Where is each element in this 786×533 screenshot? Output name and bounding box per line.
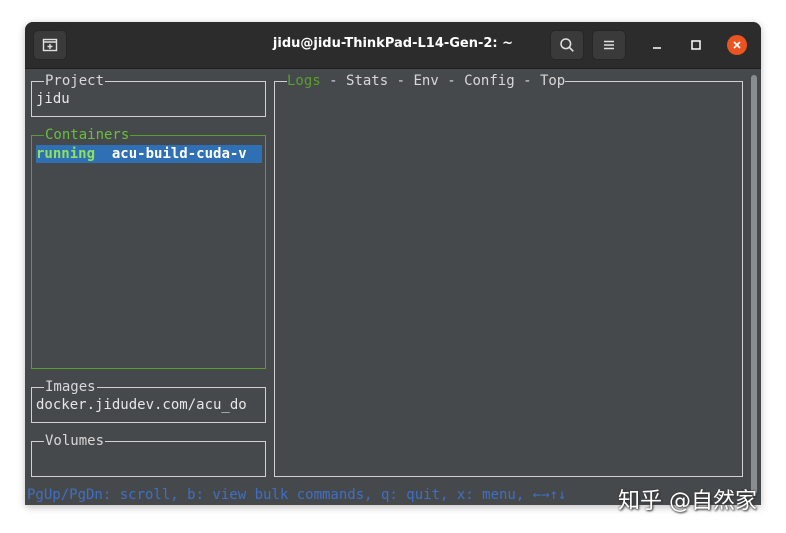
hamburger-menu-icon	[604, 40, 614, 50]
main-tabs: Logs - Stats - Env - Config - Top	[287, 72, 566, 90]
container-status: running	[36, 146, 96, 162]
container-list-item[interactable]: running acu-build-cuda-v	[36, 145, 262, 163]
containers-panel[interactable]: Containers running acu-build-cuda-v	[31, 126, 266, 369]
tab-top[interactable]: Top	[540, 73, 565, 89]
minimize-icon	[653, 47, 661, 49]
project-panel[interactable]: Project jidu	[31, 72, 266, 117]
terminal-area[interactable]: Project jidu Containers running acu-buil…	[25, 69, 761, 505]
tab-separator: -	[514, 73, 540, 89]
tab-env[interactable]: Env	[413, 73, 438, 89]
tab-separator: -	[388, 73, 414, 89]
terminal-scrollbar[interactable]	[751, 75, 757, 495]
volumes-panel-title: Volumes	[44, 432, 106, 450]
keybinding-hints: PgUp/PgDn: scroll, b: view bulk commands…	[27, 487, 567, 503]
menu-button[interactable]	[592, 30, 626, 60]
images-panel-title: Images	[44, 378, 97, 396]
image-name: docker.jidudev.com/acu_do	[36, 397, 247, 413]
containers-panel-title: Containers	[44, 126, 131, 144]
volumes-panel[interactable]: Volumes	[31, 432, 266, 477]
tab-config[interactable]: Config	[464, 73, 515, 89]
images-panel[interactable]: Images docker.jidudev.com/acu_do	[31, 378, 266, 423]
project-name: jidu	[36, 91, 70, 107]
tab-stats[interactable]: Stats	[346, 73, 388, 89]
title-bar: jidu@jidu-ThinkPad-L14-Gen-2: ~	[25, 22, 761, 69]
close-icon	[733, 41, 741, 49]
container-name: acu-build-cuda-v	[111, 146, 247, 162]
tab-separator: -	[438, 73, 465, 89]
tab-logs[interactable]: Logs	[287, 73, 321, 89]
terminal-window: jidu@jidu-ThinkPad-L14-Gen-2: ~ Project …	[25, 22, 761, 505]
maximize-button[interactable]	[687, 36, 705, 54]
watermark: 知乎 @自然家	[618, 489, 757, 514]
new-tab-icon	[42, 38, 58, 52]
main-panel[interactable]: Logs - Stats - Env - Config - Top	[274, 72, 743, 477]
tab-separator: -	[320, 73, 347, 89]
window-title: jidu@jidu-ThinkPad-L14-Gen-2: ~	[272, 36, 514, 51]
minimize-button[interactable]	[648, 36, 666, 54]
close-button[interactable]	[727, 35, 747, 55]
project-panel-title: Project	[44, 72, 106, 90]
search-icon	[560, 38, 574, 52]
new-tab-button[interactable]	[33, 30, 67, 60]
maximize-icon	[691, 40, 701, 50]
search-button[interactable]	[550, 30, 584, 60]
